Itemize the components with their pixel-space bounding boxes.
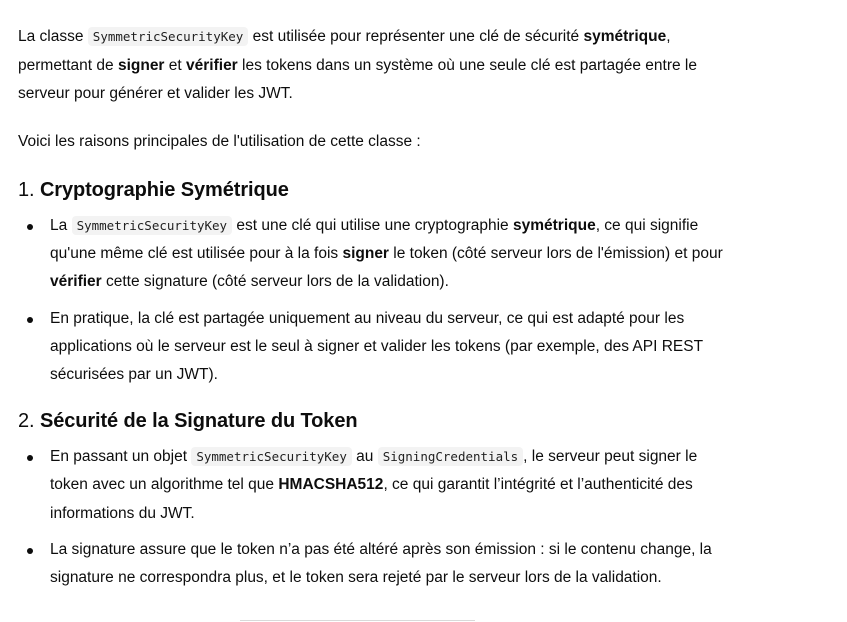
section-2-list: En passant un objet SymmetricSecurityKey… — [18, 443, 738, 592]
bullet-icon — [27, 224, 33, 230]
section-heading-2: 2. Sécurité de la Signature du Token — [18, 410, 358, 433]
bullet-icon — [27, 547, 33, 554]
list-item: La signature assure que le token n’a pas… — [18, 536, 738, 592]
section-heading-1: 1. Cryptographie Symétrique — [18, 179, 289, 201]
inline-code: SymmetricSecurityKey — [191, 447, 352, 467]
inline-code: SymmetricSecurityKey — [87, 27, 249, 46]
divider — [240, 620, 475, 621]
list-item: En passant un objet SymmetricSecurityKey… — [18, 443, 738, 528]
message-content: La classe SymmetricSecurityKey est utili… — [18, 23, 738, 600]
lead-paragraph: Voici les raisons principales de l'utili… — [18, 132, 421, 150]
section-1-list: La SymmetricSecurityKey est une clé qui … — [18, 212, 738, 389]
list-item: En pratique, la clé est partagée uniquem… — [18, 305, 738, 390]
inline-code: SymmetricSecurityKey — [71, 216, 233, 235]
bullet-icon — [27, 316, 33, 323]
inline-code: SigningCredentials — [377, 447, 524, 467]
intro-paragraph: La classe SymmetricSecurityKey est utili… — [18, 27, 697, 102]
list-item: La SymmetricSecurityKey est une clé qui … — [18, 212, 738, 297]
bullet-icon — [27, 455, 33, 462]
